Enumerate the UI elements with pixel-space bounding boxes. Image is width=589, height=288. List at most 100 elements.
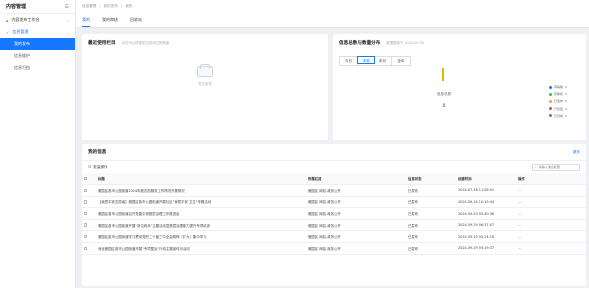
search-input[interactable] bbox=[538, 165, 579, 169]
breadcrumb-item[interactable]: 我的发布 bbox=[104, 4, 118, 9]
row-time: 2024-09-29 05:40:36 bbox=[456, 207, 516, 220]
card-hint: 数据更新于 2024-09-30 bbox=[386, 41, 425, 45]
row-actions[interactable]: ... bbox=[516, 196, 586, 209]
legend-dot bbox=[549, 99, 552, 103]
row-column: 雅园区 网站-政务公开 bbox=[306, 230, 406, 244]
sidebar-group-workbench[interactable]: ⌂ 内容发布工作台 › bbox=[0, 14, 75, 26]
breadcrumb-item[interactable]: 信息管理 bbox=[82, 4, 96, 9]
legend-item[interactable]: 草稿箱 0 bbox=[549, 85, 567, 89]
sidebar-item-label: 我的发布 bbox=[14, 41, 30, 46]
row-status: 已发布 bbox=[406, 207, 456, 220]
row-checkbox-cell bbox=[82, 230, 96, 244]
select-all-checkbox[interactable] bbox=[84, 176, 88, 181]
sidebar-item-info-archive[interactable]: 信息归档 bbox=[0, 62, 75, 74]
row-title[interactable]: 雅园区各市公园街道开展“岗位练兵”主题活动暨基层治理能力提升专项培训 bbox=[96, 219, 306, 232]
empty-box-icon bbox=[197, 64, 213, 77]
recent-columns-card: 最近使用栏目 点击可以快速定位到对应的频道 暂无数据 bbox=[82, 34, 328, 140]
row-column: 雅园区 网站-政务公开 bbox=[306, 219, 406, 232]
card-title: 最近使用栏目 bbox=[88, 41, 116, 46]
filter-today[interactable]: 今日 bbox=[340, 57, 358, 65]
row-column: 雅园区 网站-政务公开 bbox=[306, 196, 406, 209]
search-icon[interactable]: ⌕ bbox=[535, 165, 537, 169]
row-status: 已发布 bbox=[406, 196, 456, 209]
legend-value: 0 bbox=[565, 106, 567, 111]
sidebar-group-info-manage[interactable]: ✓ 信息管理 ⌄ bbox=[0, 26, 75, 38]
sidebar-brand: 内容管理 ☰ bbox=[0, 0, 75, 14]
chevron-right-icon: › bbox=[67, 17, 69, 23]
batch-action-button[interactable]: ☷ 批量操作 bbox=[88, 165, 108, 170]
row-title[interactable]: 深化雅园区各市公园街道开展“专项整治”行动主题宣传月活动 bbox=[96, 242, 306, 255]
table-row[interactable]: 雅园区各市公园街道2024年度志愿服务工作情况开展情况 雅园区 网站-政务公开 已发… bbox=[82, 184, 586, 197]
total-label: 信息总数 bbox=[436, 92, 452, 96]
sidebar-item-my-publish[interactable]: 我的发布 bbox=[0, 38, 75, 50]
legend-dot bbox=[549, 114, 552, 118]
table-row[interactable]: 【我是平安志愿者】雅园区各市公园街道开展社区“我是平安·卫生”专题活动 雅园区 网… bbox=[82, 196, 586, 209]
row-checkbox[interactable] bbox=[84, 223, 88, 227]
column-header-time: 创建时间 bbox=[456, 173, 516, 186]
filter-month[interactable]: 本月 bbox=[374, 57, 392, 65]
sidebar: 内容管理 ☰ ⌂ 内容发布工作台 › ✓ 信息管理 ⌄ 我的发布 信息维护 信息… bbox=[0, 0, 76, 288]
tab-mine[interactable]: 我的 bbox=[82, 15, 90, 27]
batch-label: 批量操作 bbox=[93, 164, 108, 169]
table-row[interactable]: 深化雅园区各市公园街道开展“专项整治”行动主题宣传月活动 雅园区 网站-政务公开已… bbox=[82, 242, 586, 255]
chart-legend: 草稿箱 0 待审核 0 已发布 0 已驳回 0 已归档 0 bbox=[549, 85, 567, 118]
filter-week[interactable]: 本周 bbox=[357, 56, 375, 64]
table-row[interactable]: 雅园区各市公园街道召开党建引领基层治理工作推进会 雅园区 网站-政务公开 已发布 20… bbox=[82, 207, 586, 220]
row-column: 雅园区 网站-政务公开 bbox=[306, 207, 406, 220]
row-checkbox-cell bbox=[82, 196, 96, 209]
more-link[interactable]: 更多 bbox=[573, 150, 580, 155]
row-checkbox[interactable] bbox=[84, 188, 88, 193]
legend-dot bbox=[549, 107, 552, 111]
search-box: ⌕ bbox=[532, 163, 580, 171]
breadcrumb: 信息管理 / 我的发布 / 我的 bbox=[82, 4, 132, 9]
row-checkbox-cell bbox=[82, 219, 96, 232]
legend-item[interactable]: 已发布 0 bbox=[549, 99, 567, 103]
row-time: 2024-07-18 11:06:51 bbox=[456, 184, 516, 197]
row-actions[interactable]: ... bbox=[516, 242, 586, 255]
info-table: 标题 所属栏目 信息状态 创建时间 操作 雅园区各市公园街道2024年度志愿服务… bbox=[82, 173, 586, 255]
total-value: 0 bbox=[442, 104, 446, 109]
row-actions[interactable]: ... bbox=[516, 230, 586, 244]
row-status: 已发布 bbox=[406, 242, 456, 255]
row-checkbox[interactable] bbox=[84, 235, 88, 239]
table-row[interactable]: 雅园区各市公园街道开展“岗位练兵”主题活动暨基层治理能力提升专项培训 雅园区 网站… bbox=[82, 219, 586, 232]
row-status: 已发布 bbox=[406, 184, 456, 197]
row-checkbox[interactable] bbox=[84, 200, 88, 204]
filter-year[interactable]: 全年 bbox=[392, 57, 410, 65]
legend-value: 0 bbox=[565, 92, 567, 97]
row-checkbox[interactable] bbox=[84, 246, 88, 251]
legend-value: 0 bbox=[565, 99, 567, 104]
sidebar-title: 内容管理 bbox=[6, 4, 27, 10]
sidebar-group-label: 信息管理 bbox=[12, 29, 29, 34]
row-title[interactable]: 雅园区各市公园街道2024年度志愿服务工作情况开展情况 bbox=[96, 184, 306, 197]
row-checkbox-cell bbox=[82, 207, 96, 220]
table-toolbar: ☷ 批量操作 ⌕ bbox=[82, 161, 586, 173]
legend-label: 已归档 bbox=[554, 113, 564, 118]
breadcrumb-current: 我的 bbox=[125, 4, 133, 8]
breadcrumb-separator: / bbox=[99, 4, 101, 8]
row-title[interactable]: 【我是平安志愿者】雅园区各市公园街道开展社区“我是平安·卫生”专题活动 bbox=[96, 196, 306, 209]
chart-bar bbox=[442, 68, 444, 81]
row-actions[interactable]: ... bbox=[516, 219, 586, 232]
tab-recycle-bin[interactable]: 回收站 bbox=[130, 15, 142, 27]
chevron-down-icon: ⌄ bbox=[65, 29, 69, 35]
row-actions[interactable]: ... bbox=[516, 184, 586, 197]
legend-item[interactable]: 待审核 0 bbox=[549, 92, 567, 96]
table-row[interactable]: 雅园区各市公园街道学习贯彻党的二十届三中全会精神（扩大）集中学习 雅园区 网站-政… bbox=[82, 230, 586, 244]
legend-value: 0 bbox=[565, 113, 567, 118]
sidebar-item-info-maintain[interactable]: 信息维护 bbox=[0, 50, 75, 62]
home-icon: ⌂ bbox=[6, 17, 9, 23]
table-body: 雅园区各市公园街道2024年度志愿服务工作情况开展情况 雅园区 网站-政务公开 已发… bbox=[82, 184, 586, 255]
row-status: 已发布 bbox=[406, 219, 456, 232]
legend-item[interactable]: 已驳回 0 bbox=[549, 107, 567, 111]
row-checkbox[interactable] bbox=[84, 211, 88, 216]
card-title: 信息总数与数量分布 bbox=[339, 41, 381, 46]
collapse-menu-icon[interactable]: ☰ bbox=[65, 4, 69, 10]
row-status: 已发布 bbox=[406, 230, 456, 244]
row-actions[interactable]: ... bbox=[516, 207, 586, 220]
row-title[interactable]: 雅园区各市公园街道学习贯彻党的二十届三中全会精神（扩大）集中学习 bbox=[96, 230, 306, 244]
row-title[interactable]: 雅园区各市公园街道召开党建引领基层治理工作推进会 bbox=[96, 207, 306, 220]
row-time: 2024-09-29 05:19:37 bbox=[456, 242, 516, 255]
legend-item[interactable]: 已归档 0 bbox=[549, 114, 567, 118]
tab-my-review[interactable]: 我的审核 bbox=[102, 15, 118, 27]
